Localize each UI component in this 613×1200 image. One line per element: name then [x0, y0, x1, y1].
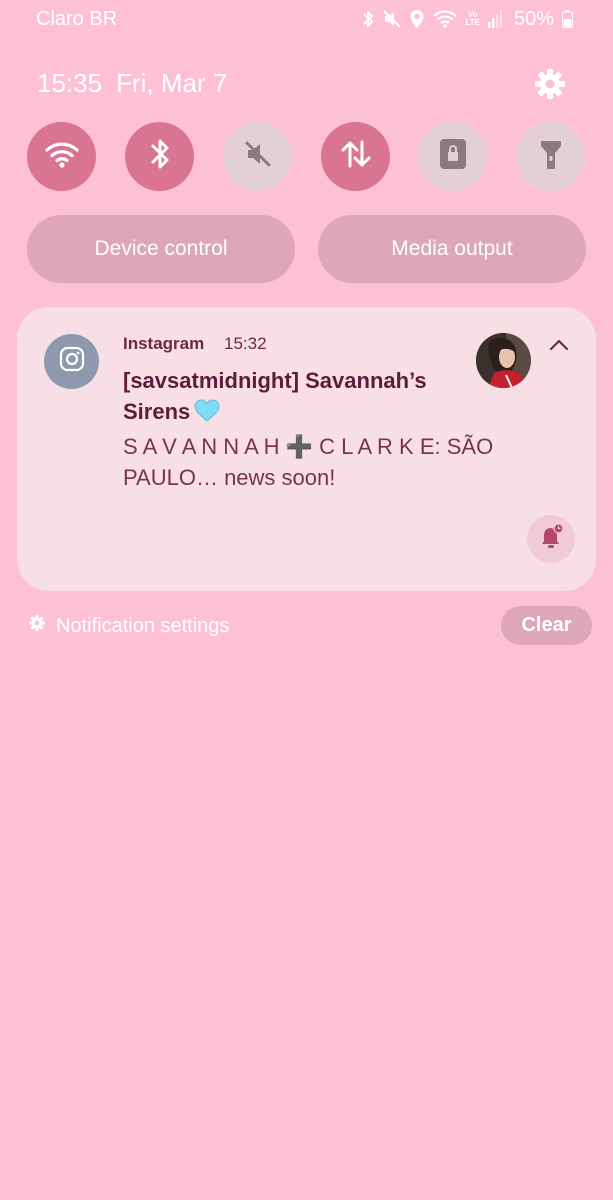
instagram-icon [59, 346, 85, 377]
rotation-lock-toggle[interactable] [418, 122, 487, 191]
date-label: Fri, Mar 7 [116, 68, 228, 98]
status-bar: Claro BR Vo LTE 50% [0, 0, 613, 38]
notification-title: [savsatmidnight] Savannah’s Sirens [123, 365, 463, 431]
notification-settings-link[interactable]: Notification settings [28, 612, 229, 640]
signal-icon [487, 10, 502, 28]
light-blue-heart-icon [194, 399, 220, 431]
gear-icon [28, 614, 46, 638]
notification-title-text: [savsatmidnight] Savannah’s Sirens [123, 368, 427, 424]
collapse-button[interactable] [547, 335, 571, 355]
settings-button[interactable] [533, 67, 567, 101]
wifi-toggle[interactable] [27, 122, 96, 191]
notification-time: 15:32 [224, 334, 267, 353]
media-output-button[interactable]: Media output [318, 215, 586, 283]
status-icons: Vo LTE 50% [361, 7, 573, 31]
lock-icon [438, 137, 468, 176]
battery-percent: 50% [513, 7, 554, 30]
sound-toggle[interactable] [223, 122, 292, 191]
volte-icon: Vo LTE [465, 11, 480, 27]
mute-icon [243, 139, 273, 174]
wifi-icon [433, 9, 458, 29]
bluetooth-icon [361, 9, 375, 29]
notification-app-name: Instagram [123, 334, 205, 353]
wifi-icon [44, 139, 79, 174]
notification-shade: Claro BR Vo LTE 50% 15:35 Fri, Mar 7 Dev… [0, 0, 613, 1200]
notification-body: S A V A N N A H ➕ C L A R K E: SÃO PAULO… [123, 434, 494, 490]
device-control-button[interactable]: Device control [27, 215, 295, 283]
notification-card[interactable]: Instagram 15:32 [savsatmidnight] Savanna… [17, 307, 596, 591]
bluetooth-toggle[interactable] [125, 122, 194, 191]
clock-date[interactable]: 15:35 Fri, Mar 7 [37, 68, 227, 99]
clock-time: 15:35 [37, 68, 103, 98]
flashlight-icon [539, 137, 563, 176]
chevron-up-icon [547, 339, 571, 359]
volte-line2: LTE [465, 18, 480, 27]
gear-icon [533, 69, 567, 105]
mobile-data-toggle[interactable] [321, 122, 390, 191]
data-arrows-icon [339, 137, 373, 176]
bluetooth-icon [149, 137, 171, 176]
sender-avatar [476, 333, 531, 388]
snooze-button[interactable] [527, 515, 575, 563]
app-icon-badge [44, 334, 99, 389]
clear-button[interactable]: Clear [501, 606, 592, 645]
location-icon [409, 9, 425, 29]
carrier-label: Claro BR [36, 8, 118, 30]
notification-settings-label: Notification settings [56, 614, 230, 637]
battery-icon [562, 10, 573, 28]
bell-snooze-icon [537, 522, 565, 556]
mute-icon [383, 9, 402, 29]
flashlight-toggle[interactable] [516, 122, 585, 191]
